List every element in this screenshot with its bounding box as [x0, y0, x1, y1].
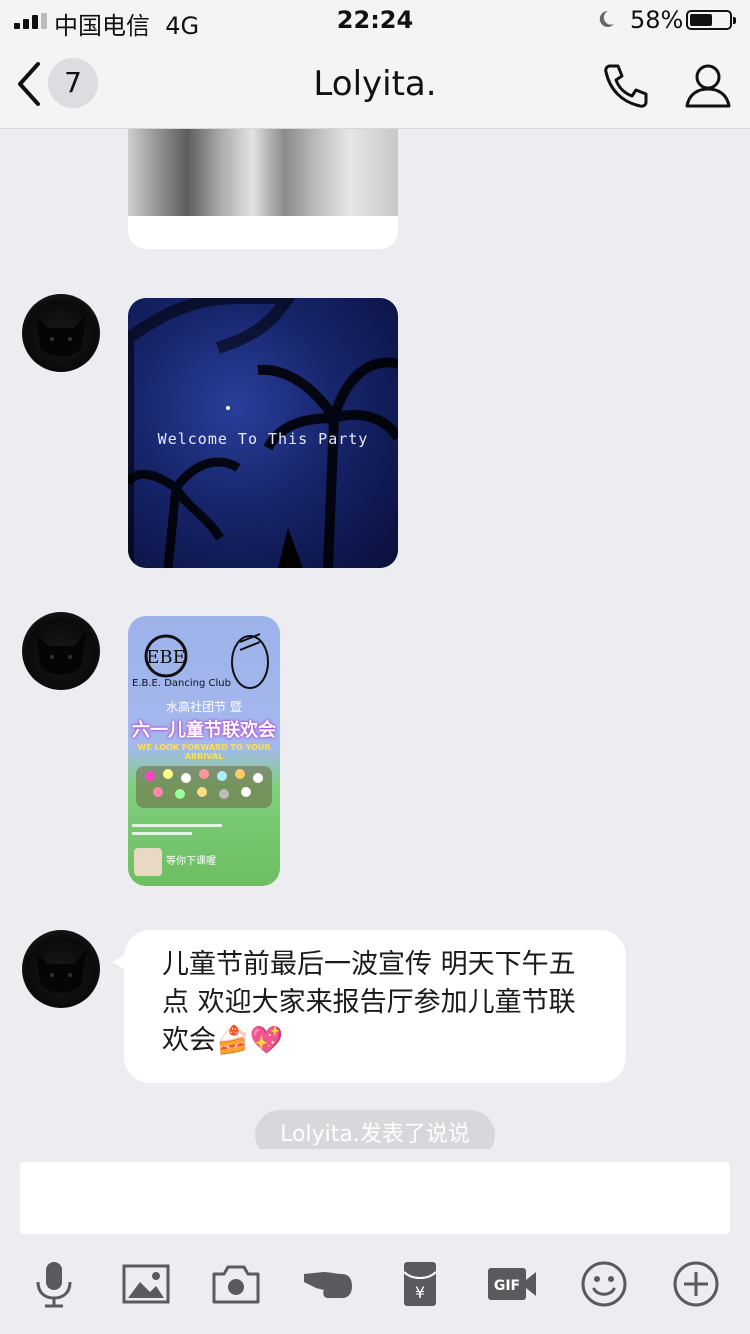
- gif-icon[interactable]: GIF: [486, 1258, 538, 1310]
- emoji-icon[interactable]: [578, 1258, 630, 1310]
- nav-bar: 7 Lolyita.: [0, 40, 750, 129]
- poster-line-2: 六一儿童节联欢会: [132, 720, 276, 741]
- svg-text:¥: ¥: [415, 1283, 425, 1302]
- moon-icon: [599, 10, 614, 27]
- poster-line-1: 水高社团节 暨: [166, 700, 242, 714]
- input-toolbar: ¥ GIF: [0, 1246, 750, 1334]
- image-icon[interactable]: [120, 1258, 172, 1310]
- cat-sticker: [134, 848, 162, 876]
- poke-icon[interactable]: [302, 1258, 354, 1310]
- system-notice[interactable]: Lolyita.发表了说说: [255, 1110, 495, 1149]
- red-packet-icon[interactable]: ¥: [394, 1258, 446, 1310]
- svg-text:EBE: EBE: [146, 647, 186, 668]
- image-message[interactable]: Welcome To This Party: [128, 298, 398, 568]
- profile-icon[interactable]: [682, 60, 734, 112]
- phone-icon[interactable]: [600, 60, 652, 112]
- poster-line-3: WE LOOK FORWARD TO YOUR ARRIVAL: [137, 743, 271, 761]
- avatar[interactable]: [22, 294, 100, 372]
- message-text: 儿童节前最后一波宣传 明天下午五点 欢迎大家来报告厅参加儿童节联欢会🍰💖: [162, 949, 576, 1056]
- poster-caption: 等你下课喔: [166, 856, 216, 867]
- poster-club-name: E.B.E. Dancing Club: [132, 678, 231, 689]
- plus-icon[interactable]: [670, 1258, 722, 1310]
- party-image-text: Welcome To This Party: [157, 430, 369, 448]
- curtain-photo: [128, 129, 398, 216]
- battery-percent: 58%: [630, 6, 684, 34]
- svg-text:GIF: GIF: [494, 1278, 520, 1294]
- avatar[interactable]: [22, 930, 100, 1008]
- image-message[interactable]: [128, 129, 398, 249]
- status-bar: 中国电信 4G 22:24 58%: [0, 0, 750, 40]
- message-list[interactable]: Welcome To This Party EBE E.B.E. Dancing…: [0, 129, 750, 1149]
- text-message-bubble[interactable]: 儿童节前最后一波宣传 明天下午五点 欢迎大家来报告厅参加儿童节联欢会🍰💖: [112, 930, 626, 1083]
- battery-icon: [686, 10, 736, 30]
- camera-icon[interactable]: [210, 1258, 262, 1310]
- avatar[interactable]: [22, 612, 100, 690]
- message-input[interactable]: [20, 1162, 730, 1234]
- microphone-icon[interactable]: [28, 1258, 80, 1310]
- poster-image-message[interactable]: EBE E.B.E. Dancing Club 水高社团节 暨 六一儿童节联欢会…: [128, 616, 280, 886]
